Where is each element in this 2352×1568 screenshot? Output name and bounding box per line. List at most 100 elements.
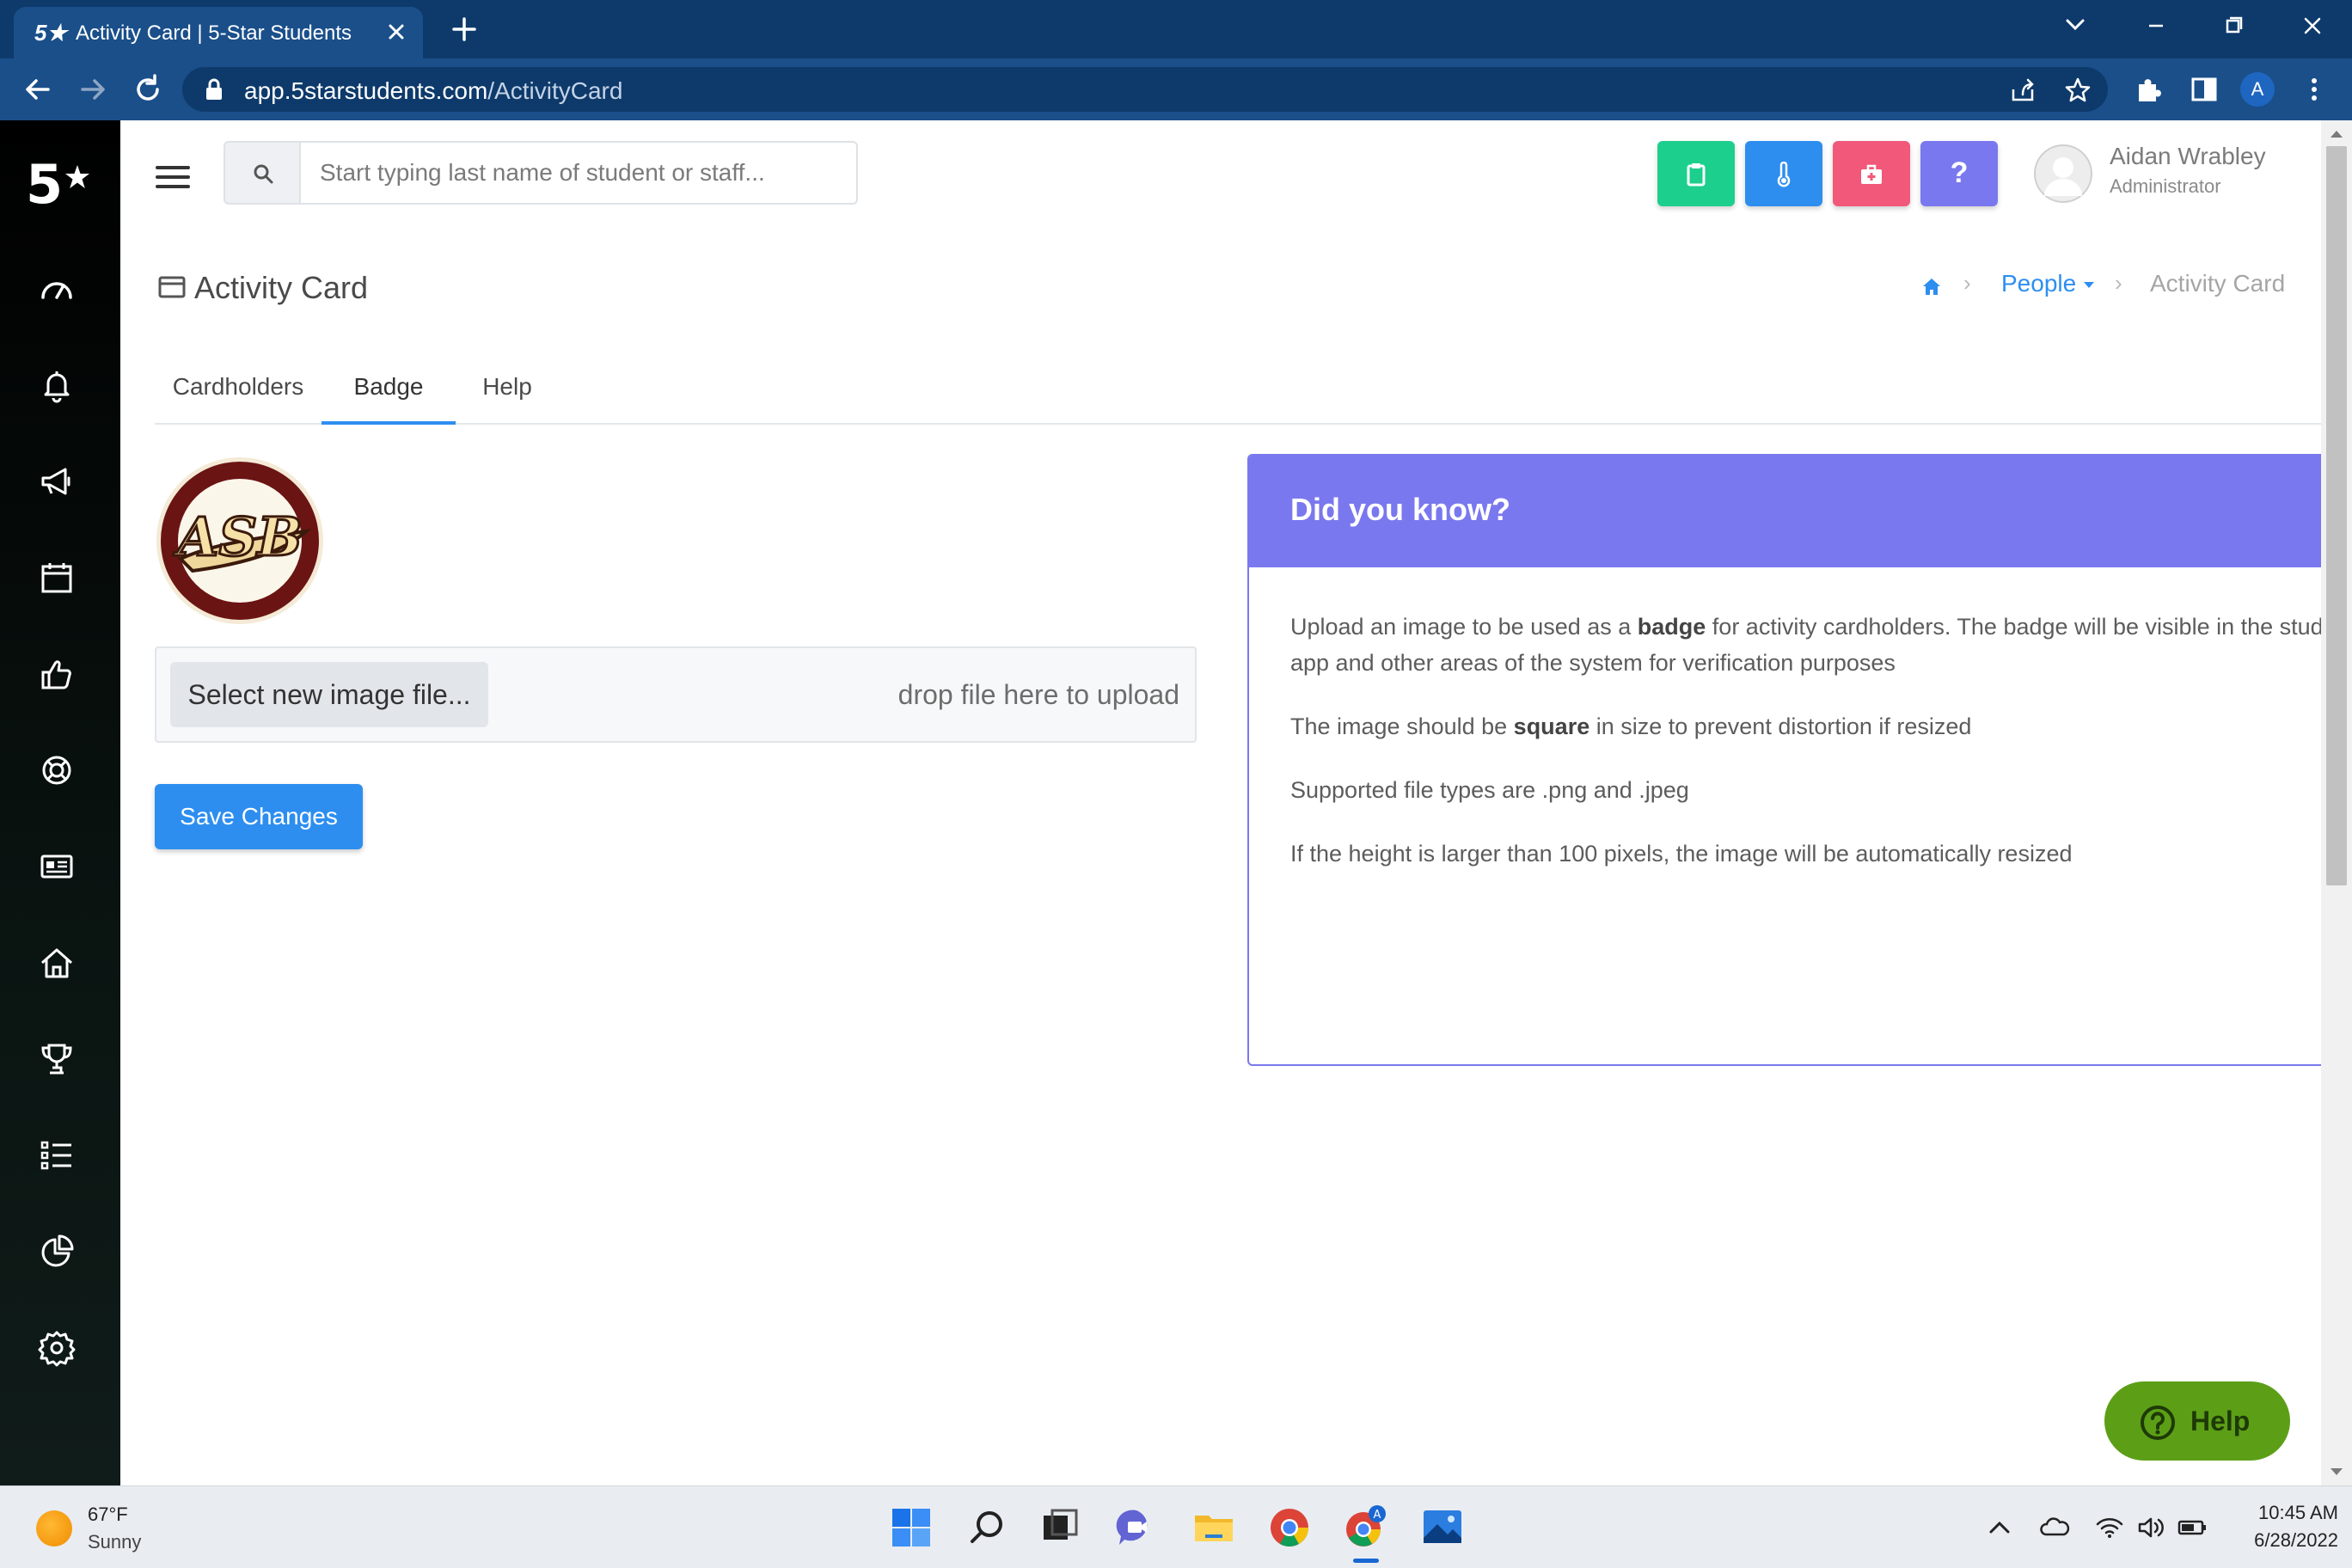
forward-arrow-icon[interactable] <box>74 70 112 108</box>
windows-start-icon[interactable] <box>887 1504 935 1552</box>
page-title: Activity Card <box>194 270 369 305</box>
tab-cardholders[interactable]: Cardholders <box>155 370 322 425</box>
select-image-button[interactable]: Select new image file... <box>170 662 488 727</box>
chrome-icon[interactable] <box>1265 1504 1314 1552</box>
hamburger-menu-icon[interactable] <box>155 163 191 191</box>
info-paragraph: Upload an image to be used as a badge fo… <box>1290 614 2352 676</box>
caret-down-icon[interactable] <box>2082 281 2096 290</box>
chrome-profile-icon[interactable]: A <box>1341 1504 1389 1552</box>
info-card: Did you know? Upload an image to be used… <box>1247 454 2352 1066</box>
teams-chat-icon[interactable] <box>1112 1504 1161 1552</box>
question-button[interactable]: ? <box>1920 141 1998 206</box>
share-icon[interactable] <box>2008 76 2037 105</box>
thumbs-up-icon[interactable] <box>36 653 77 695</box>
avatar[interactable] <box>2034 144 2092 203</box>
help-button[interactable]: Help <box>2104 1381 2290 1461</box>
search-icon[interactable] <box>963 1504 1011 1552</box>
address-bar[interactable]: app.5starstudents.com/ActivityCard <box>182 67 2108 112</box>
weather-description[interactable]: Sunny <box>88 1531 141 1553</box>
lock-icon[interactable] <box>205 78 224 101</box>
file-explorer-icon[interactable] <box>1190 1504 1238 1552</box>
info-paragraph: Supported file types are .png and .jpeg <box>1290 777 1689 803</box>
drop-hint: drop file here to upload <box>897 679 1179 710</box>
restore-button[interactable] <box>2208 7 2259 45</box>
sun-icon[interactable] <box>36 1510 72 1547</box>
breadcrumb-current: Activity Card <box>2150 270 2286 297</box>
close-window-button[interactable] <box>2287 7 2338 45</box>
save-changes-button[interactable]: Save Changes <box>155 784 363 849</box>
bookmark-star-icon[interactable] <box>2063 76 2092 105</box>
app-sidebar: 5 <box>0 120 120 1485</box>
badge-image: ASB <box>155 456 325 626</box>
megaphone-icon[interactable] <box>36 461 77 502</box>
thermometer-button[interactable] <box>1745 141 1822 206</box>
file-dropzone[interactable]: Select new image file... drop file here … <box>155 646 1197 743</box>
breadcrumb-separator: › <box>2115 270 2122 296</box>
reload-icon[interactable] <box>129 70 167 108</box>
close-icon[interactable] <box>383 19 409 45</box>
browser-tab[interactable]: 5★ Activity Card | 5-Star Students <box>14 7 423 58</box>
tab-search-chevron-down-icon[interactable] <box>2049 7 2101 45</box>
new-tab-button[interactable] <box>449 14 480 45</box>
lifebuoy-icon[interactable] <box>36 750 77 791</box>
browser-toolbar: app.5starstudents.com/ActivityCard A <box>0 58 2352 120</box>
speedometer-icon[interactable] <box>36 268 77 309</box>
info-card-title: Did you know? <box>1290 492 1510 527</box>
settings-icon[interactable] <box>36 1327 77 1369</box>
main-content: ? Aidan Wrabley Administrator Activity C… <box>120 120 2352 1485</box>
bell-icon[interactable] <box>36 364 77 406</box>
side-panel-icon[interactable] <box>2187 72 2221 107</box>
minimize-button[interactable] <box>2130 7 2182 45</box>
help-button-label: Help <box>2190 1406 2251 1436</box>
tab-badge[interactable]: Badge <box>322 370 456 425</box>
favicon-icon: 5★ <box>34 20 67 46</box>
profile-avatar[interactable]: A <box>2240 72 2275 107</box>
page-scrollbar[interactable] <box>2321 120 2352 1485</box>
svg-text:5: 5 <box>26 153 63 213</box>
clipboard-button[interactable] <box>1657 141 1735 206</box>
tab-bar: Cardholders Badge Help <box>155 370 2321 425</box>
clock-time[interactable]: 10:45 AM <box>2235 1502 2338 1524</box>
chevron-up-icon[interactable] <box>1984 1512 2015 1543</box>
list-icon[interactable] <box>36 1135 77 1176</box>
clock-date[interactable]: 6/28/2022 <box>2235 1529 2338 1552</box>
kebab-menu-icon[interactable] <box>2297 72 2331 107</box>
pie-chart-icon[interactable] <box>36 1231 77 1272</box>
calendar-icon[interactable] <box>36 557 77 598</box>
info-paragraph: If the height is larger than 100 pixels,… <box>1290 841 2073 867</box>
svg-text:ASB: ASB <box>173 505 302 568</box>
search-icon <box>224 141 301 205</box>
first-aid-icon <box>1861 164 1882 184</box>
search-input[interactable] <box>299 141 858 205</box>
user-name[interactable]: Aidan Wrabley <box>2110 143 2266 170</box>
id-card-icon[interactable] <box>36 846 77 887</box>
back-arrow-icon[interactable] <box>19 70 57 108</box>
scroll-down-arrow-icon[interactable] <box>2330 1467 2343 1477</box>
battery-icon[interactable] <box>2177 1512 2208 1543</box>
tab-help[interactable]: Help <box>456 370 559 425</box>
first-aid-button[interactable] <box>1833 141 1910 206</box>
home-icon[interactable] <box>1920 275 1943 297</box>
scroll-thumb[interactable] <box>2326 146 2347 885</box>
scroll-up-arrow-icon[interactable] <box>2330 129 2343 139</box>
question-icon: ? <box>1950 156 1969 189</box>
onedrive-cloud-icon[interactable] <box>2039 1512 2070 1543</box>
task-view-icon[interactable] <box>1035 1504 1083 1552</box>
five-star-logo[interactable]: 5 <box>22 153 100 213</box>
breadcrumb-people[interactable]: People <box>2001 270 2076 297</box>
active-app-indicator <box>1353 1559 1379 1563</box>
photos-icon[interactable] <box>1418 1504 1467 1552</box>
weather-temperature[interactable]: 67°F <box>88 1504 128 1526</box>
windows-taskbar: 67°F Sunny A 10:45 AM 6/28/2022 <box>0 1485 2352 1568</box>
trophy-icon[interactable] <box>36 1038 77 1080</box>
user-role: Administrator <box>2110 175 2221 197</box>
home-icon[interactable] <box>36 942 77 983</box>
info-card-header: Did you know? <box>1249 456 2352 567</box>
wifi-icon[interactable] <box>2094 1512 2125 1543</box>
browser-tab-strip: 5★ Activity Card | 5-Star Students <box>0 0 2352 58</box>
thermometer-icon <box>1777 162 1791 187</box>
volume-icon[interactable] <box>2135 1512 2166 1543</box>
url-text[interactable]: app.5starstudents.com/ActivityCard <box>244 77 622 105</box>
extensions-puzzle-icon[interactable] <box>2132 72 2166 107</box>
tab-title: Activity Card | 5-Star Students <box>76 21 352 45</box>
